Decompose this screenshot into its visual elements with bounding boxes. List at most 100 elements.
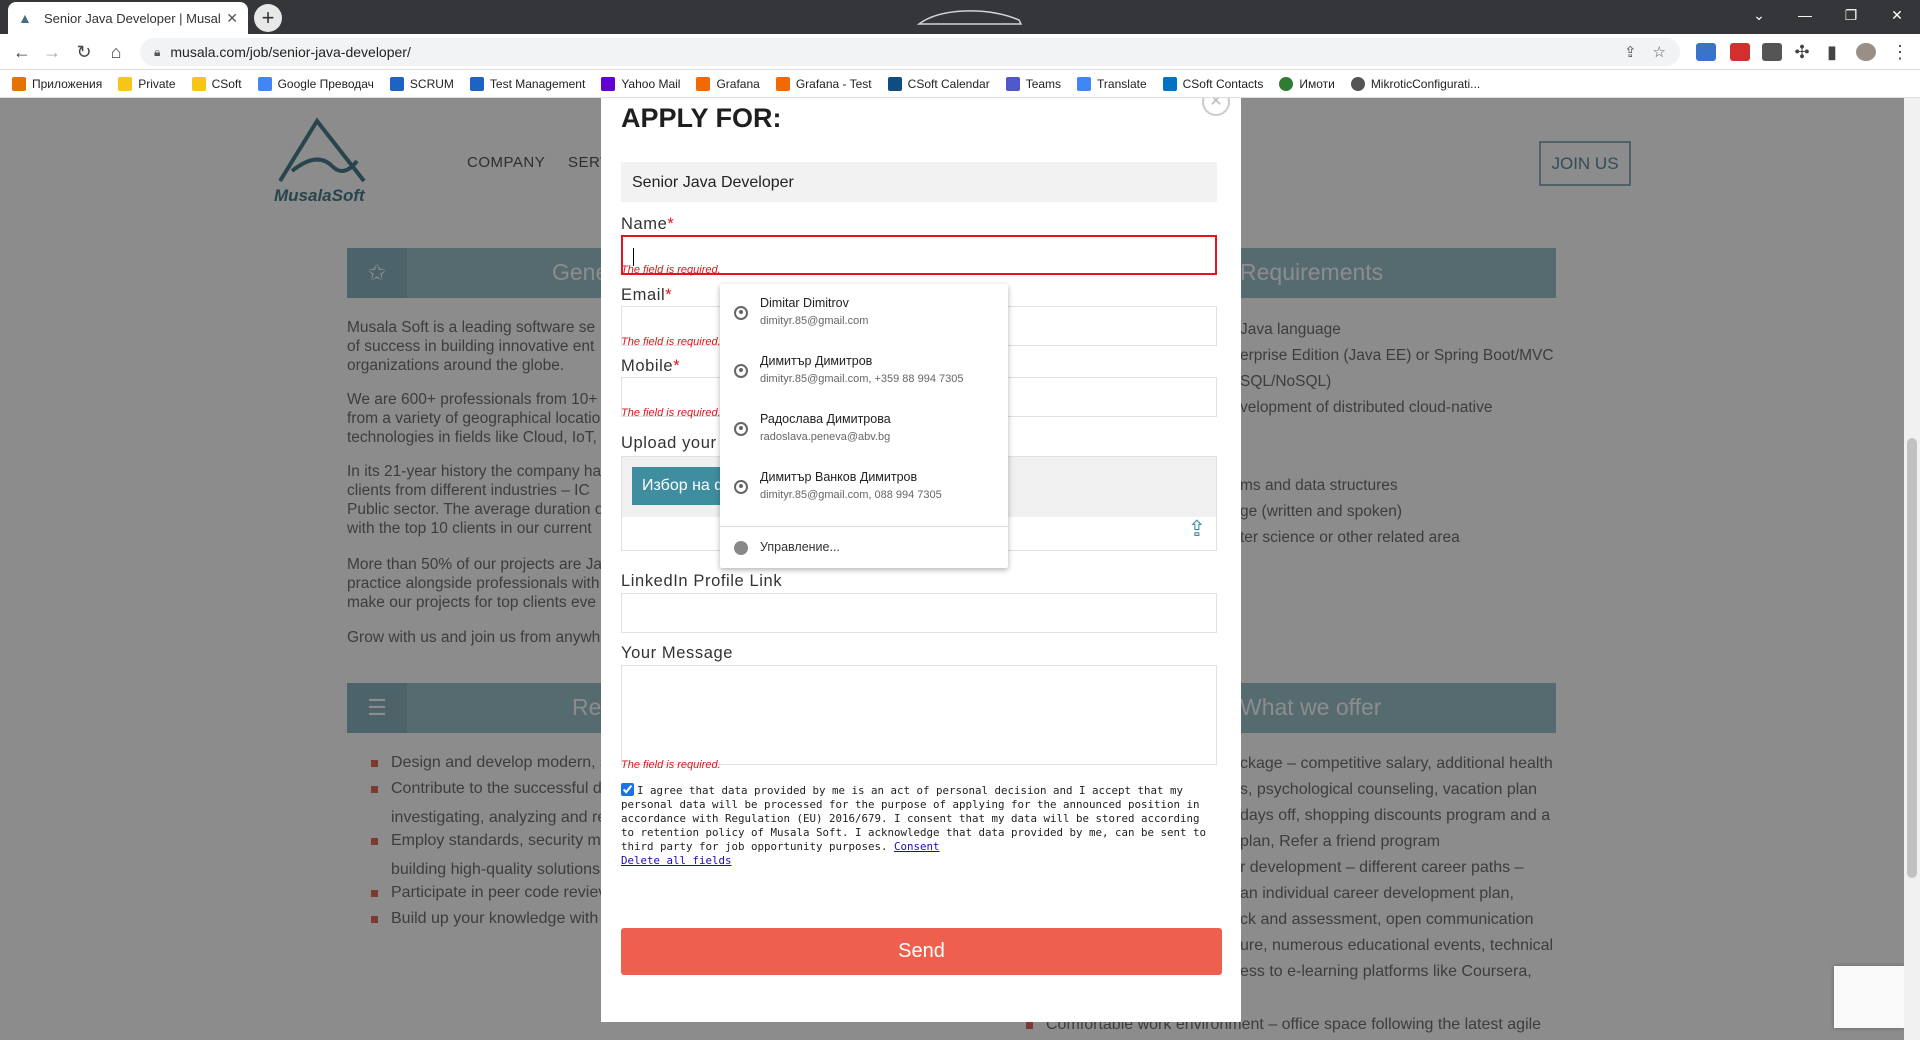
bookmark-grafana-test[interactable]: Grafana - Test bbox=[775, 76, 872, 91]
restore-button[interactable]: ❐ bbox=[1828, 0, 1874, 30]
suggestion-detail: dimityr.85@gmail.com, +359 88 994 7305 bbox=[760, 373, 964, 385]
delete-all-fields-link[interactable]: Delete all fields bbox=[621, 854, 732, 867]
mobile-error: The field is required. bbox=[621, 407, 721, 419]
tab-title: Senior Java Developer | Musala S bbox=[44, 10, 221, 26]
message-textarea[interactable] bbox=[621, 665, 1217, 765]
autofill-suggestion[interactable]: Радослава Димитрова radoslava.peneva@abv… bbox=[720, 400, 1008, 458]
bookmark-mikrotik[interactable]: MikroticConfigurati... bbox=[1350, 76, 1481, 91]
upload-label: Upload your bbox=[621, 434, 717, 452]
required-mark: * bbox=[673, 357, 681, 375]
bookmark-yahoo-mail[interactable]: Yahoo Mail bbox=[601, 76, 680, 91]
bookmark-teams[interactable]: Teams bbox=[1005, 76, 1062, 91]
minimize-button[interactable]: — bbox=[1782, 0, 1828, 30]
forward-icon[interactable]: → bbox=[40, 40, 64, 64]
manage-label: Управление... bbox=[760, 540, 840, 554]
suggestion-name: Радослава Димитрова bbox=[760, 412, 891, 426]
bookmark-csoft-contacts[interactable]: CSoft Contacts bbox=[1162, 76, 1263, 91]
suggestion-detail: radoslava.peneva@abv.bg bbox=[760, 431, 891, 443]
message-error: The field is required. bbox=[621, 759, 721, 771]
bookmark-label: Grafana bbox=[716, 76, 760, 91]
scrollbar-thumb[interactable] bbox=[1907, 438, 1917, 878]
send-button[interactable]: Send bbox=[621, 928, 1222, 975]
page-scrollbar[interactable] bbox=[1904, 98, 1920, 1040]
mail-extension-icon[interactable] bbox=[1730, 43, 1750, 61]
bookmark-label: Test Management bbox=[489, 76, 586, 91]
bookmark-scrum[interactable]: SCRUM bbox=[389, 76, 454, 91]
extensions-puzzle-icon[interactable]: ✣ bbox=[1790, 40, 1814, 64]
browser-tab[interactable]: ▲ Senior Java Developer | Musala S ✕ bbox=[8, 2, 248, 34]
bookmark-translate[interactable]: Translate bbox=[1077, 76, 1147, 91]
bookmark-label: CSoft Calendar bbox=[907, 76, 990, 91]
recaptcha-badge[interactable] bbox=[1834, 966, 1904, 1028]
address-toolbar: ← → ↻ ⌂ 🔒︎ musala.com/job/senior-java-de… bbox=[0, 34, 1920, 70]
close-modal-icon[interactable]: ✕ bbox=[1202, 98, 1230, 116]
email-error: The field is required. bbox=[621, 336, 721, 348]
suggestion-name: Димитър Ванков Димитров bbox=[760, 470, 918, 484]
bookmark-grafana[interactable]: Grafana bbox=[696, 76, 760, 91]
autofill-dropdown: Dimitar Dimitrov dimityr.85@gmail.com Ди… bbox=[720, 284, 1008, 568]
bookmark-label: MikroticConfigurati... bbox=[1370, 76, 1481, 91]
menu-kebab-icon[interactable]: ⋮ bbox=[1888, 40, 1912, 64]
bookmark-star-icon[interactable]: ☆ bbox=[1653, 43, 1666, 61]
bookmark-csoft-calendar[interactable]: CSoft Calendar bbox=[887, 76, 990, 91]
suggestion-detail: dimityr.85@gmail.com, 088 994 7305 bbox=[760, 489, 942, 501]
message-label: Your Message bbox=[621, 644, 734, 662]
bookmark-label: Teams bbox=[1025, 76, 1062, 91]
bookmark-private[interactable]: Private bbox=[118, 76, 176, 91]
mobile-label: Mobile* bbox=[621, 357, 680, 376]
bookmark-test-management[interactable]: Test Management bbox=[469, 76, 586, 91]
bookmarks-bar: Приложения Private CSoft Google Преводач… bbox=[0, 70, 1920, 98]
url-text: musala.com/job/senior-java-developer/ bbox=[170, 44, 411, 60]
profile-avatar[interactable] bbox=[1856, 43, 1876, 61]
name-label: Name* bbox=[621, 215, 674, 234]
bookmark-imoti[interactable]: Имоти bbox=[1279, 76, 1335, 91]
person-icon bbox=[734, 480, 748, 494]
bookmark-google-translate[interactable]: Google Преводач bbox=[257, 76, 374, 91]
bookmark-label: Имоти bbox=[1299, 76, 1335, 91]
calendar-extension-icon[interactable] bbox=[1762, 43, 1782, 61]
required-mark: * bbox=[667, 215, 675, 233]
bookmark-label: CSoft bbox=[211, 76, 242, 91]
reload-icon[interactable]: ↻ bbox=[72, 40, 96, 64]
consent-block: I agree that data provided by me is an a… bbox=[621, 783, 1211, 868]
person-icon bbox=[734, 364, 748, 378]
translate-extension-icon[interactable] bbox=[1696, 43, 1716, 61]
email-label-text: Email bbox=[621, 286, 666, 304]
position-field: Senior Java Developer bbox=[621, 162, 1217, 202]
side-panel-icon[interactable]: ▮ bbox=[1820, 40, 1844, 64]
consent-checkbox[interactable] bbox=[621, 783, 634, 796]
autofill-suggestion[interactable]: Димитър Димитров dimityr.85@gmail.com, +… bbox=[720, 342, 1008, 400]
person-icon bbox=[734, 422, 748, 436]
upload-icon[interactable]: ⇪ bbox=[1188, 516, 1206, 542]
linkedin-label: LinkedIn Profile Link bbox=[621, 572, 783, 590]
name-error: The field is required. bbox=[621, 264, 721, 276]
close-window-button[interactable]: ✕ bbox=[1874, 0, 1920, 30]
car-theme-icon bbox=[916, 10, 1023, 25]
bookmark-label: Google Преводач bbox=[277, 76, 374, 91]
page-viewport: MusalaSoft COMPANY SERV JOIN US ✩ Gene R… bbox=[0, 98, 1904, 1040]
autofill-suggestion[interactable]: Димитър Ванков Димитров dimityr.85@gmail… bbox=[720, 458, 1008, 516]
bookmark-csoft[interactable]: CSoft bbox=[191, 76, 242, 91]
suggestion-name: Димитър Димитров bbox=[760, 354, 873, 368]
autofill-suggestion[interactable]: Dimitar Dimitrov dimityr.85@gmail.com bbox=[720, 284, 1008, 342]
new-tab-button[interactable]: + bbox=[254, 4, 282, 32]
autofill-separator bbox=[720, 526, 1008, 527]
close-tab-icon[interactable]: ✕ bbox=[226, 10, 238, 27]
bookmark-label: Translate bbox=[1097, 76, 1147, 91]
home-icon[interactable]: ⌂ bbox=[104, 40, 128, 64]
bookmark-label: Grafana - Test bbox=[795, 76, 872, 91]
mobile-label-text: Mobile bbox=[621, 357, 674, 375]
address-bar[interactable]: 🔒︎ musala.com/job/senior-java-developer/… bbox=[140, 38, 1680, 66]
back-icon[interactable]: ← bbox=[10, 40, 34, 64]
linkedin-input[interactable] bbox=[621, 593, 1217, 633]
share-icon[interactable]: ⇪ bbox=[1624, 43, 1637, 61]
lock-icon: 🔒︎ bbox=[154, 44, 161, 59]
modal-title: APPLY FOR: bbox=[621, 103, 782, 133]
autofill-manage[interactable]: Управление... bbox=[720, 530, 1008, 566]
consent-link[interactable]: Consent bbox=[894, 840, 940, 853]
tab-search-icon[interactable]: ⌄ bbox=[1736, 0, 1782, 30]
person-icon bbox=[734, 306, 748, 320]
bookmark-label: SCRUM bbox=[409, 76, 454, 91]
suggestion-detail: dimityr.85@gmail.com bbox=[760, 315, 869, 327]
bookmark-apps[interactable]: Приложения bbox=[12, 76, 102, 91]
